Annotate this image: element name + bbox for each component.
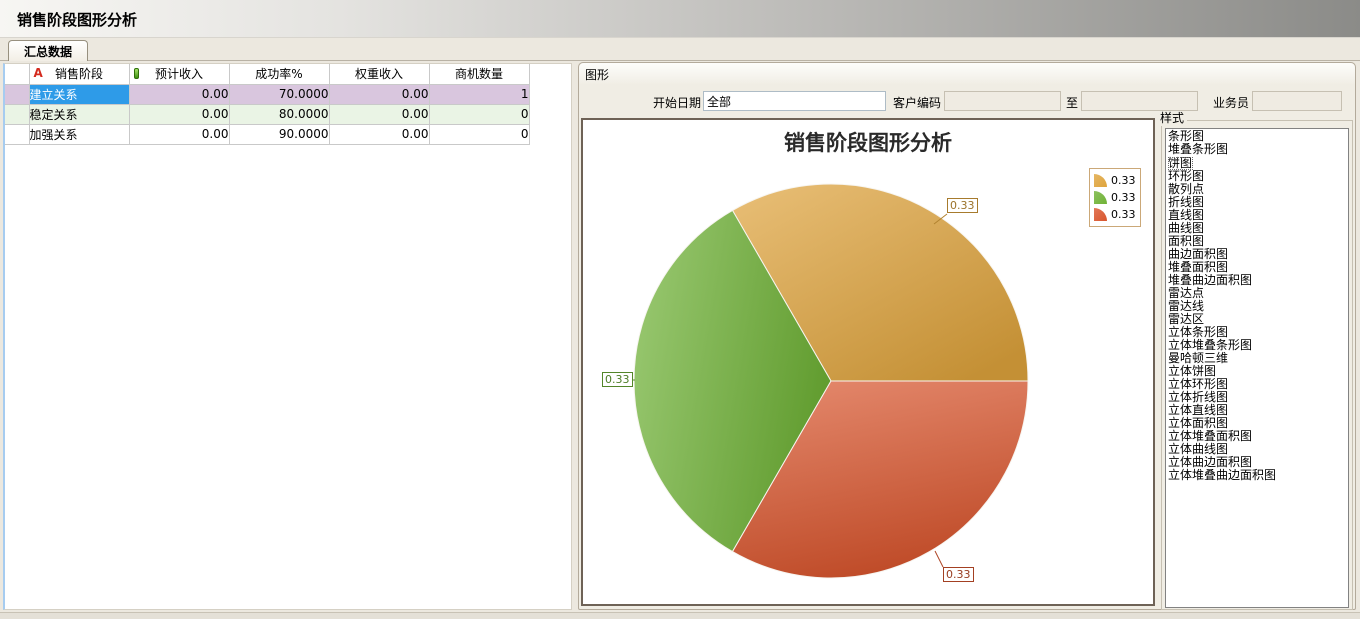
- legend-label: 0.33: [1111, 174, 1136, 187]
- page-title: 销售阶段图形分析: [17, 9, 137, 30]
- customer-code-input[interactable]: [944, 91, 1061, 111]
- salesperson-input[interactable]: [1252, 91, 1342, 111]
- status-bar: [0, 612, 1360, 619]
- legend-entry: 0.33: [1094, 189, 1136, 206]
- list-item[interactable]: 立体堆叠曲边面积图: [1168, 469, 1348, 482]
- table-row[interactable]: 加强关系 0.00 90.0000 0.00 0: [5, 124, 529, 144]
- cell-stage[interactable]: 稳定关系: [29, 104, 129, 124]
- cell-opportunity-count[interactable]: 0: [429, 124, 529, 144]
- row-selector-cell[interactable]: [5, 104, 29, 124]
- pie-slice-label: 0.33: [602, 372, 633, 387]
- salesperson-label: 业务员: [1207, 95, 1249, 111]
- customer-code-label: 客户编码: [884, 95, 941, 111]
- column-header-expected-income[interactable]: 预计收入: [129, 64, 229, 84]
- graph-panel-title: 图形: [585, 68, 609, 82]
- legend-swatch-icon: [1094, 208, 1107, 221]
- row-selector-cell[interactable]: [5, 124, 29, 144]
- column-header-opportunity-count[interactable]: 商机数量: [429, 64, 529, 84]
- legend-swatch-icon: [1094, 174, 1107, 187]
- table-row[interactable]: 建立关系 0.00 70.0000 0.00 1: [5, 84, 529, 104]
- cell-weighted-income[interactable]: 0.00: [329, 104, 429, 124]
- row-selector-header: [5, 64, 29, 84]
- cell-stage[interactable]: 加强关系: [29, 124, 129, 144]
- cell-weighted-income[interactable]: 0.00: [329, 124, 429, 144]
- sales-stage-table: A 销售阶段 预计收入 成功率% 权重收入 商机数量: [5, 64, 530, 145]
- chart-legend: 0.33 0.33 0.33: [1089, 168, 1141, 227]
- table-row[interactable]: 稳定关系 0.00 80.0000 0.00 0: [5, 104, 529, 124]
- column-header-weighted-income[interactable]: 权重收入: [329, 64, 429, 84]
- style-list: 条形图堆叠条形图饼图环形图散列点折线图直线图曲线图面积图曲边面积图堆叠面积图堆叠…: [1165, 128, 1349, 608]
- tab-label: 汇总数据: [24, 43, 72, 60]
- legend-entry: 0.33: [1094, 206, 1136, 223]
- to-label: 至: [1056, 95, 1078, 111]
- app-window: 销售阶段图形分析 汇总数据 A 销售阶段 预计收入 成功率%: [0, 0, 1360, 619]
- legend-label: 0.33: [1111, 191, 1136, 204]
- graph-panel: 图形 开始日期 客户编码 至 业务员 销售阶段图形分析 0.33 0.33 0.…: [578, 62, 1356, 610]
- row-selector-cell[interactable]: [5, 84, 29, 104]
- start-date-input[interactable]: [703, 91, 886, 111]
- table-header-row: A 销售阶段 预计收入 成功率% 权重收入 商机数量: [5, 64, 529, 84]
- cell-expected-income[interactable]: 0.00: [129, 104, 229, 124]
- cell-opportunity-count[interactable]: 0: [429, 104, 529, 124]
- cell-opportunity-count[interactable]: 1: [429, 84, 529, 104]
- column-header-stage[interactable]: A 销售阶段: [29, 64, 129, 84]
- cell-weighted-income[interactable]: 0.00: [329, 84, 429, 104]
- tab-summary-data[interactable]: 汇总数据: [8, 40, 88, 61]
- legend-label: 0.33: [1111, 208, 1136, 221]
- red-a-icon: A: [34, 67, 43, 80]
- chart-title: 销售阶段图形分析: [583, 127, 1153, 157]
- page-title-bar: 销售阶段图形分析: [0, 0, 1360, 38]
- legend-swatch-icon: [1094, 191, 1107, 204]
- pie-chart-area: 销售阶段图形分析 0.33 0.33 0.33 0.33 0.33 0.33: [581, 118, 1155, 606]
- summary-grid-panel: A 销售阶段 预计收入 成功率% 权重收入 商机数量: [3, 63, 572, 610]
- column-header-success-rate[interactable]: 成功率%: [229, 64, 329, 84]
- cell-stage[interactable]: 建立关系: [29, 84, 129, 104]
- cell-success-rate[interactable]: 90.0000: [229, 124, 329, 144]
- legend-entry: 0.33: [1094, 172, 1136, 189]
- cell-expected-income[interactable]: 0.00: [129, 124, 229, 144]
- cell-expected-income[interactable]: 0.00: [129, 84, 229, 104]
- style-group-label: 样式: [1157, 111, 1187, 126]
- start-date-label: 开始日期: [619, 95, 701, 111]
- green-bar-icon: [134, 68, 139, 79]
- callout-leader-line: [935, 551, 943, 567]
- cell-success-rate[interactable]: 70.0000: [229, 84, 329, 104]
- customer-code-to-input[interactable]: [1081, 91, 1198, 111]
- pie-slice-label: 0.33: [947, 198, 978, 213]
- list-item[interactable]: 堆叠条形图: [1168, 143, 1348, 156]
- tab-strip: 汇总数据: [0, 38, 1360, 61]
- pie-slice-label: 0.33: [943, 567, 974, 582]
- graph-panel-header: 图形: [579, 63, 1355, 85]
- pie-chart: [583, 120, 1153, 604]
- cell-success-rate[interactable]: 80.0000: [229, 104, 329, 124]
